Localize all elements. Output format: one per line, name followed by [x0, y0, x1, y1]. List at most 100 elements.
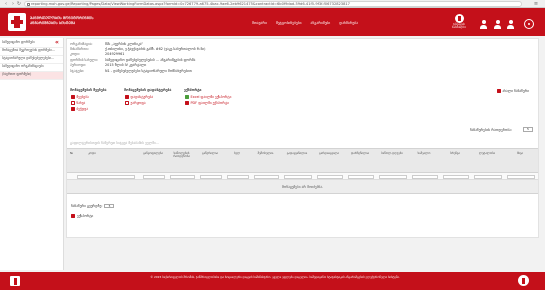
fill-group-title: მონაცემების შევსება — [70, 88, 107, 92]
records-per-page-select[interactable]: 5 — [523, 127, 533, 132]
column-header[interactable]: სხვა — [505, 151, 535, 155]
export-label: ექსპორტი — [77, 214, 94, 218]
column-header[interactable]: საშუალო — [410, 151, 438, 155]
form-info: ორგანიზაცია: შპს „ავერსის კლინიკა“ მისამა… — [70, 41, 206, 73]
reject-button[interactable]: უარყოფა — [125, 100, 146, 105]
export-excel-label: Excel ფაილში ექსპორტი — [190, 94, 232, 99]
info-key: ორგანიზაცია: — [70, 41, 93, 46]
filter-input[interactable] — [317, 174, 343, 179]
grid-header: № კოდი განყოფილება საწოლების რაოდენობა გ… — [67, 148, 538, 173]
collapse-sidebar-icon[interactable]: « — [55, 40, 59, 46]
address-bar[interactable]: reporting.moh.gov.ge/Reporting/Pages/Dat… — [24, 1, 522, 7]
filter-input[interactable] — [443, 174, 469, 179]
filter-input[interactable] — [170, 174, 195, 179]
column-header[interactable]: კოდი — [77, 151, 107, 155]
export-button[interactable]: ექსპორტი — [71, 214, 93, 218]
data-grid: № კოდი განყოფილება საწოლების რაოდენობა გ… — [67, 148, 538, 194]
footer-logo-icon — [10, 276, 20, 286]
view-icon — [71, 100, 75, 105]
nav-messages[interactable]: შეტყობინებები — [276, 21, 302, 25]
info-row: მისამართი: ქ.თბილისი, ვ.ჭავჭავაძის გამზ. … — [70, 46, 206, 51]
info-value: N1 - დაწესებულებები სტაციონარული მომსახუ… — [105, 68, 192, 73]
browser-menu-icon[interactable]: ≡ — [533, 1, 539, 7]
browser-toolbar: ‹ › ↻ reporting.moh.gov.ge/Reporting/Pag… — [0, 0, 545, 8]
info-key: კოდი: — [70, 52, 81, 57]
approve-button[interactable]: დადასტურება — [125, 94, 153, 99]
column-header[interactable]: დარჩენილია — [346, 151, 374, 155]
info-key: ფორმის სახელი: — [70, 57, 99, 62]
grid-filter-row — [67, 173, 538, 180]
page-size-control: ჩანაწერი გვერდზე: 5 — [71, 204, 115, 208]
export-excel-button[interactable]: Excel ფაილში ექსპორტი — [185, 94, 231, 99]
view-label: ნახვა — [76, 100, 86, 105]
settings-icon[interactable] — [524, 19, 534, 29]
column-header[interactable]: № — [68, 151, 75, 155]
print-button[interactable]: ბეჭდვა — [71, 106, 88, 111]
page-size-label: ჩანაწერი გვერდზე: — [71, 204, 103, 208]
page-footer: © 2015 საქართველოს შრომის, ჯანმრთელობისა… — [0, 272, 545, 290]
filter-input[interactable] — [284, 174, 312, 179]
filter-input[interactable] — [254, 174, 279, 179]
reject-label: უარყოფა — [130, 100, 146, 105]
site-title-line2: ᲐᲜᲒᲐᲠᲘᲨᲒᲔᲑᲘᲡ ᲡᲘᲡᲢᲔᲛᲐ — [30, 20, 76, 25]
column-header[interactable]: ლეტალობა — [472, 151, 502, 155]
ministry-logo-icon[interactable] — [8, 13, 26, 31]
grid-empty-message: მონაცემები არ მოიძებნა. — [67, 180, 538, 194]
filter-input[interactable] — [227, 174, 249, 179]
records-per-page-label: ჩანაწერების რაოდენობა: — [470, 128, 512, 132]
filter-input[interactable] — [474, 174, 502, 179]
filter-input[interactable] — [412, 174, 438, 179]
users-icon[interactable] — [506, 20, 515, 29]
add-record-button[interactable]: ახალი ჩანაწერი — [497, 89, 529, 93]
main-panel: ორგანიზაცია: შპს „ავერსის კლინიკა“ მისამა… — [66, 38, 539, 238]
page-size-select[interactable]: 5 — [104, 204, 115, 208]
filter-input[interactable] — [77, 174, 135, 179]
sidebar-item-medical-forms[interactable]: სამედიცინო ფორმები — [0, 40, 63, 48]
user-icon[interactable] — [479, 20, 488, 29]
fill-label: შევსება — [76, 94, 89, 99]
sidebar-item-data-forms[interactable]: მონაცემთა შეგროვების ფორმები... — [0, 48, 63, 56]
column-header[interactable]: შემოსულია — [252, 151, 279, 155]
export-pdf-button[interactable]: PDF ფაილში ექსპორტი — [185, 100, 229, 105]
view-button[interactable]: ნახვა — [71, 100, 85, 105]
column-header[interactable]: ბრუნვა — [441, 151, 469, 155]
site-header: ᲯᲐᲜᲛᲠᲗᲔᲚᲝᲑᲘᲡ ᲛᲝᲜᲘᲢᲝᲠᲘᲜᲒᲘᲡ ᲐᲜᲒᲐᲠᲘᲨᲒᲔᲑᲘᲡ Ს… — [0, 8, 545, 36]
sidebar-item-common-forms[interactable]: (საერთო ფორმები) — [0, 72, 63, 80]
ministry-badge-icon — [454, 14, 464, 23]
edit-icon — [71, 94, 75, 99]
nav-reports[interactable]: ანგარიშები — [311, 21, 331, 25]
ministry-badge[interactable]: ჯანდაცვის სამინისტრო — [452, 14, 466, 31]
column-header[interactable]: გადაყვანილია — [282, 151, 312, 155]
info-key: პერიოდი: — [70, 63, 87, 68]
column-header[interactable]: გარდაიცვალა — [315, 151, 343, 155]
info-row: ფორმის სახელი: სამედიცინო დაწესებულებების… — [70, 57, 206, 62]
column-header[interactable]: საწოლების რაოდენობა — [168, 151, 195, 159]
info-value: ქ.თბილისი, ვ.ჭავჭავაძის გამზ. #62 (ვაკე-… — [105, 47, 206, 52]
filter-hint: გაფილტვრისთვის ჩაწერეთ სიტყვა შესაბამის … — [70, 141, 159, 145]
top-nav: მთავარი შეტყობინებები ანგარიშები დახმარე… — [252, 21, 358, 25]
column-header[interactable]: გაწერილია — [198, 151, 222, 155]
filter-input[interactable] — [200, 174, 222, 179]
filter-input[interactable] — [348, 174, 374, 179]
column-header[interactable]: სულ — [225, 151, 249, 155]
filter-input[interactable] — [379, 174, 407, 179]
info-value: 2015 წლის IV კვარტალი — [105, 63, 147, 68]
sidebar: « სამედიცინო ფორმები მონაცემთა შეგროვები… — [0, 38, 64, 270]
add-record-label: ახალი ჩანაწერი — [502, 89, 530, 93]
site-title: ᲯᲐᲜᲛᲠᲗᲔᲚᲝᲑᲘᲡ ᲛᲝᲜᲘᲢᲝᲠᲘᲜᲒᲘᲡ ᲐᲜᲒᲐᲠᲘᲨᲒᲔᲑᲘᲡ Ს… — [30, 16, 120, 26]
nav-help[interactable]: დახმარება — [339, 21, 358, 25]
fill-button[interactable]: შევსება — [71, 94, 89, 99]
column-header[interactable]: საწოლ-დღეები — [377, 151, 407, 155]
nav-home[interactable]: მთავარი — [252, 21, 267, 25]
filter-input[interactable] — [507, 174, 535, 179]
reload-icon[interactable]: ↻ — [16, 1, 22, 7]
back-icon[interactable]: ‹ — [3, 1, 9, 7]
approve-group-title: მონაცემების დადასტურება — [124, 88, 172, 92]
user-add-icon[interactable] — [493, 20, 502, 29]
info-value: 204929961 — [105, 52, 125, 57]
sidebar-item-organizations[interactable]: სამედიცინო ორგანიზაციები — [0, 64, 63, 72]
sidebar-item-stationary[interactable]: სტაციონარული დაწესებულებები... — [0, 56, 63, 64]
filter-input[interactable] — [143, 174, 165, 179]
column-header[interactable]: განყოფილება — [141, 151, 165, 155]
export-group-title: ექსპორტი — [184, 88, 202, 92]
